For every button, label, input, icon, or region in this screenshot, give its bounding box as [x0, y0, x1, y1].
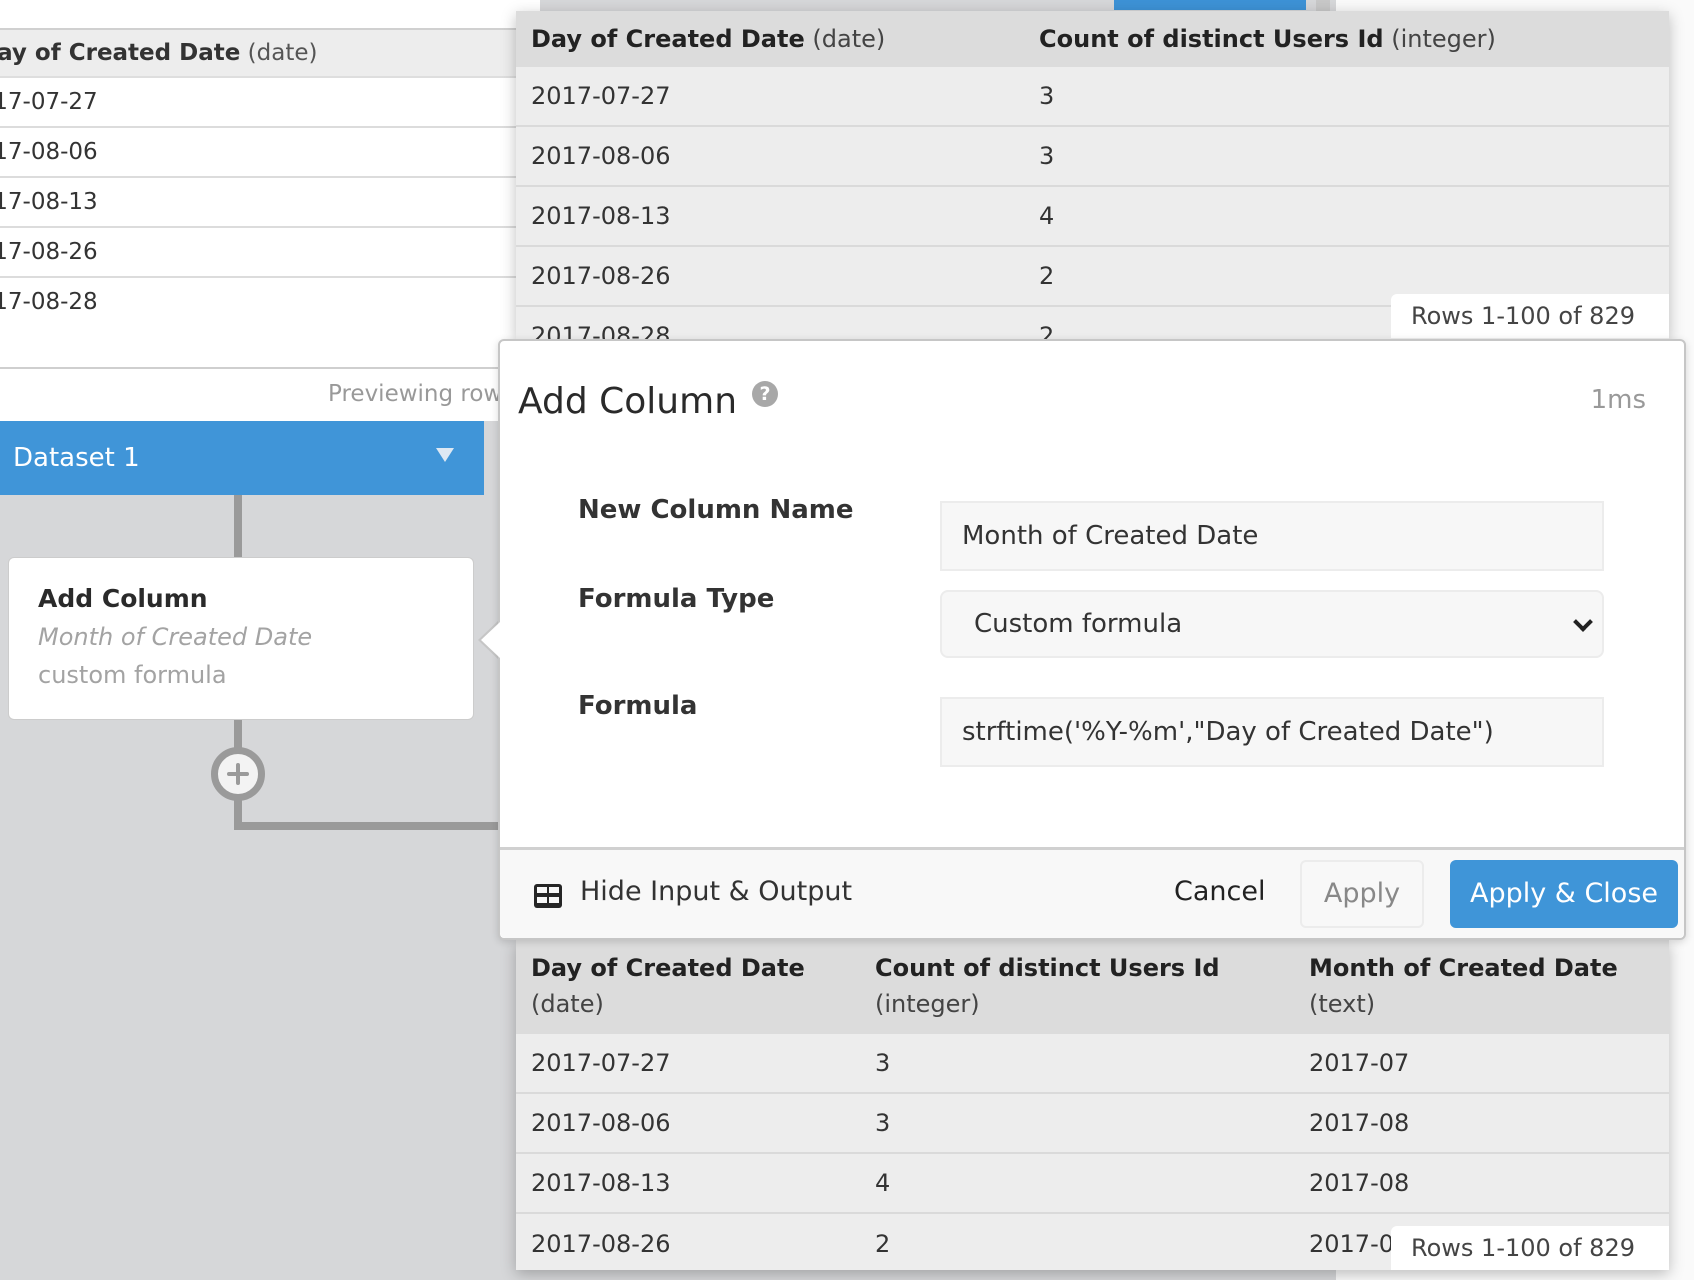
dataset-selector[interactable]: Dataset 1	[0, 421, 484, 495]
table-header: Day of Created Date (date) Count of dist…	[516, 11, 1669, 67]
flow-connector	[234, 822, 504, 830]
table-row: 2017-08-28	[0, 289, 98, 315]
table-cell: 2017-08-26	[531, 262, 671, 290]
table-cell: 3	[875, 1109, 891, 1137]
step-title: Add Column	[38, 584, 208, 613]
table-row: 2017-08-06 3	[516, 127, 1669, 187]
table-cell: 3	[1039, 142, 1055, 170]
dialog-title: Add Column	[518, 381, 738, 422]
rows-count-badge: Rows 1-100 of 829	[1391, 294, 1669, 338]
column-header[interactable]: Day of Created Date (date)	[516, 954, 860, 1018]
table-grid-icon[interactable]	[534, 884, 562, 908]
run-query-button[interactable]	[1114, 0, 1306, 10]
table-row: 2017-08-06 3 2017-08	[516, 1094, 1669, 1154]
table-row: 2017-07-27 3	[516, 67, 1669, 127]
dataset-label: Dataset 1	[13, 443, 140, 473]
table-cell: 2017-08-06	[531, 1109, 671, 1137]
formula-type-label: Formula Type	[578, 584, 775, 614]
table-cell: 2	[875, 1230, 891, 1258]
input-panel: Day of Created Date (date) 2017-07-27 20…	[0, 0, 540, 421]
column-header[interactable]: Count of distinct Users Id (integer)	[860, 954, 1294, 1018]
table-cell: 3	[1039, 82, 1055, 110]
table-cell: 4	[875, 1169, 891, 1197]
table-cell: 2017-08-28	[531, 322, 671, 339]
column-type: (date)	[247, 40, 318, 66]
column-name: Day of Created Date	[0, 40, 241, 66]
step-card-add-column[interactable]: Add Column Month of Created Date custom …	[8, 557, 474, 720]
table-cell: 4	[1039, 202, 1055, 230]
dropdown-arrow-icon	[436, 448, 454, 462]
step-subtitle: Month of Created Date	[38, 623, 313, 651]
table-cell: 3	[875, 1049, 891, 1077]
modal-pointer-inner	[481, 622, 500, 658]
input-table-header: Day of Created Date (date)	[0, 28, 540, 78]
dialog-footer: Hide Input & Output Cancel Apply Apply &…	[500, 847, 1684, 938]
formula-input[interactable]	[940, 697, 1604, 767]
table-cell: 2017-08-13	[531, 202, 671, 230]
preview-status: Previewing rows	[328, 381, 515, 407]
table-row: 2017-08-06	[0, 128, 540, 178]
table-row: 2017-08-13	[0, 178, 540, 228]
output-data-table: Day of Created Date (date) Count of disti…	[516, 940, 1669, 1270]
help-icon[interactable]: ?	[752, 381, 778, 407]
table-row: 2017-08-13 4	[516, 187, 1669, 247]
rows-count-badge: Rows 1-100 of 829	[1391, 1226, 1669, 1270]
column-header[interactable]: Month of Created Date (text)	[1294, 954, 1669, 1018]
table-header: Day of Created Date (date) Count of disti…	[516, 940, 1669, 1034]
formula-label: Formula	[578, 691, 698, 721]
formula-type-select[interactable]: Custom formula	[940, 590, 1604, 658]
table-cell: 2017-08	[1309, 1169, 1410, 1197]
add-column-dialog: Add Column ? 1ms New Column Name Formula…	[498, 339, 1686, 940]
table-row: 2017-08-26	[0, 228, 540, 278]
table-row: 2017-07-27	[0, 78, 540, 128]
apply-button[interactable]: Apply	[1300, 860, 1424, 928]
step-detail: custom formula	[38, 661, 227, 689]
new-column-name-input[interactable]	[940, 501, 1604, 571]
table-cell: 2	[1039, 262, 1055, 290]
hide-input-output-toggle[interactable]: Hide Input & Output	[580, 876, 852, 907]
formula-type-value: Custom formula	[974, 609, 1183, 639]
table-cell: 2017-07-27	[531, 82, 671, 110]
cancel-button[interactable]: Cancel	[1174, 876, 1265, 907]
table-row: 2017-08-13 4 2017-08	[516, 1154, 1669, 1214]
input-data-table: Day of Created Date (date) Count of dist…	[516, 11, 1669, 339]
input-table: Day of Created Date (date) 2017-07-27 20…	[0, 28, 540, 328]
apply-and-close-button[interactable]: Apply & Close	[1450, 860, 1678, 928]
divider	[0, 367, 540, 369]
column-header[interactable]: Count of distinct Users Id (integer)	[1024, 25, 1669, 53]
column-header[interactable]: Day of Created Date (date)	[516, 25, 1024, 53]
flow-connector	[234, 495, 242, 557]
table-cell: 2017-07-27	[531, 1049, 671, 1077]
table-cell: 2017-08-06	[531, 142, 671, 170]
execution-time: 1ms	[1590, 385, 1646, 415]
new-column-name-label: New Column Name	[578, 495, 854, 525]
table-cell: 2017-07	[1309, 1049, 1410, 1077]
chevron-down-icon	[1573, 612, 1593, 632]
table-cell: 2017-08	[1309, 1109, 1410, 1137]
table-cell: 2017-08-13	[531, 1169, 671, 1197]
table-cell: 2017-08-26	[531, 1230, 671, 1258]
add-step-button[interactable]	[211, 747, 265, 801]
table-row: 2017-07-27 3 2017-07	[516, 1034, 1669, 1094]
